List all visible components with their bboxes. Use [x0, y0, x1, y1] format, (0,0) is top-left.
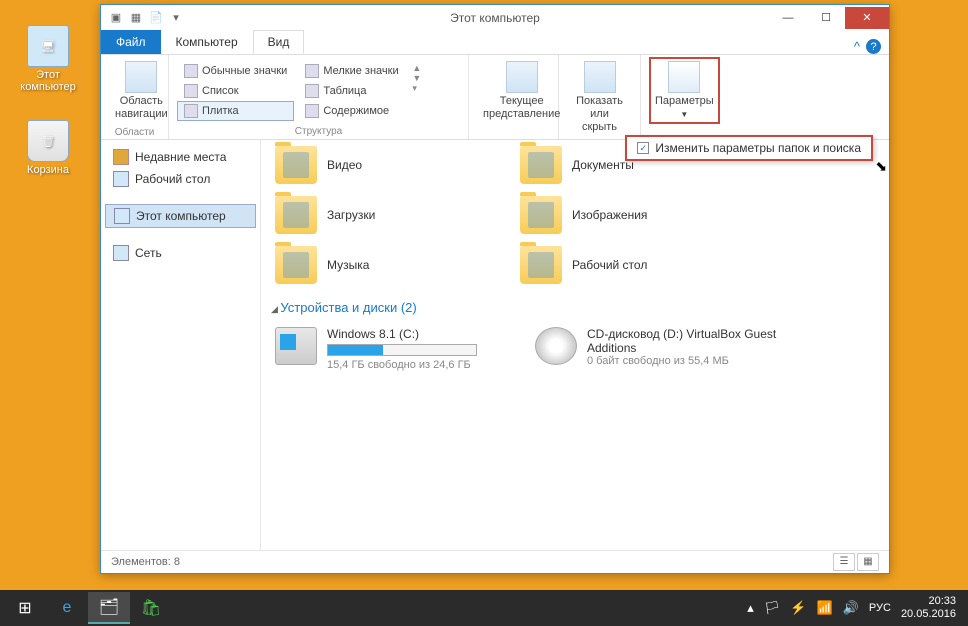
- system-menu-icon[interactable]: ▣: [107, 9, 125, 27]
- drive-c-sub: 15,4 ГБ свободно из 24,6 ГБ: [327, 359, 477, 371]
- taskbar-store[interactable]: 🛍: [130, 592, 172, 624]
- layout-scroll-up-icon[interactable]: ▲: [412, 63, 421, 73]
- nav-pane-label: Область навигации: [115, 95, 168, 121]
- current-view-label: Текущее представление: [483, 95, 560, 121]
- tab-computer[interactable]: Компьютер: [161, 30, 253, 54]
- tray-language[interactable]: РУС: [869, 602, 891, 614]
- help-icon[interactable]: ?: [866, 39, 881, 54]
- sidebar-item-this-pc[interactable]: Этот компьютер: [105, 204, 256, 228]
- show-hide-icon: [584, 61, 616, 93]
- desktop-icon-label: Корзина: [18, 164, 78, 176]
- desktop-icon-computer[interactable]: 🖥 Этот компьютер: [18, 25, 78, 93]
- ribbon: Область навигации Области Обычные значки…: [101, 55, 889, 140]
- system-tray: ▴ 🏳 ⚡ 📶 🔊 РУС 20:33 20.05.2016: [747, 595, 964, 621]
- folder-video[interactable]: Видео: [271, 140, 516, 190]
- nav-pane-icon: [125, 61, 157, 93]
- show-hide-button[interactable]: Показать или скрыть: [567, 57, 632, 139]
- cd-drive-icon: [535, 327, 577, 365]
- layout-expand-icon[interactable]: ▾: [412, 83, 421, 94]
- quick-access-toolbar: ▣ ▦ 📄 ▾: [101, 9, 185, 27]
- tray-network-icon[interactable]: 📶: [817, 600, 833, 616]
- maximize-button[interactable]: ☐: [807, 7, 845, 29]
- layout-tiles[interactable]: Плитка: [177, 101, 294, 121]
- layout-list[interactable]: Список: [177, 81, 294, 101]
- start-button[interactable]: ⊞: [4, 592, 46, 624]
- minimize-button[interactable]: —: [769, 7, 807, 29]
- current-view-button[interactable]: Текущее представление: [477, 57, 566, 125]
- category-devices[interactable]: Устройства и диски (2): [271, 300, 879, 315]
- drive-d[interactable]: CD-дисковод (D:) VirtualBox Guest Additi…: [531, 321, 791, 377]
- checkbox-icon: ✓: [637, 142, 649, 154]
- options-icon: [668, 61, 700, 93]
- tab-view[interactable]: Вид: [253, 30, 305, 54]
- new-folder-icon[interactable]: 📄: [147, 9, 165, 27]
- layout-content[interactable]: Содержимое: [298, 101, 408, 121]
- folder-desktop[interactable]: Рабочий стол: [516, 240, 761, 290]
- drive-d-sub: 0 байт свободно из 55,4 МБ: [587, 355, 787, 367]
- layout-scroll-down-icon[interactable]: ▼: [412, 73, 421, 83]
- tray-action-center-icon[interactable]: 🏳: [764, 600, 781, 616]
- layout-small-icons[interactable]: Мелкие значки: [298, 61, 408, 81]
- ribbon-minimize-icon[interactable]: ^: [854, 39, 860, 54]
- titlebar: ▣ ▦ 📄 ▾ Этот компьютер — ☐ ✕: [101, 5, 889, 30]
- taskbar: ⊞ e 🗂 🛍 ▴ 🏳 ⚡ 📶 🔊 РУС 20:33 20.05.2016: [0, 590, 968, 626]
- file-explorer-window: ▣ ▦ 📄 ▾ Этот компьютер — ☐ ✕ Файл Компью…: [100, 4, 890, 574]
- computer-icon: 🖥: [27, 25, 69, 67]
- group-label-areas: Области: [109, 125, 160, 138]
- tray-up-icon[interactable]: ▴: [747, 600, 754, 616]
- layout-table[interactable]: Таблица: [298, 81, 408, 101]
- taskbar-explorer[interactable]: 🗂: [88, 592, 130, 624]
- close-button[interactable]: ✕: [845, 7, 889, 29]
- options-label: Параметры: [655, 95, 714, 108]
- status-bar: Элементов: 8 ☰ ▦: [101, 550, 889, 572]
- tab-file[interactable]: Файл: [101, 30, 161, 54]
- desktop-icon-label: Этот компьютер: [18, 69, 78, 93]
- navigation-pane-button[interactable]: Область навигации: [109, 57, 174, 125]
- trash-icon: 🗑: [27, 120, 69, 162]
- status-elements: Элементов: 8: [111, 556, 180, 568]
- current-view-icon: [506, 61, 538, 93]
- properties-icon[interactable]: ▦: [127, 9, 145, 27]
- sidebar-item-network[interactable]: Сеть: [105, 242, 256, 264]
- qat-dropdown-icon[interactable]: ▾: [167, 9, 185, 27]
- drive-c-usage-bar: [327, 344, 477, 356]
- desktop-icon-trash[interactable]: 🗑 Корзина: [18, 120, 78, 176]
- view-details-button[interactable]: ☰: [833, 553, 855, 571]
- options-dropdown-label: Изменить параметры папок и поиска: [655, 141, 861, 155]
- options-dropdown-item[interactable]: ✓ Изменить параметры папок и поиска ⬊: [625, 135, 873, 161]
- group-label-structure: Структура: [177, 124, 460, 137]
- show-hide-label: Показать или скрыть: [573, 95, 626, 135]
- taskbar-ie[interactable]: e: [46, 592, 88, 624]
- tray-clock[interactable]: 20:33 20.05.2016: [901, 595, 956, 621]
- drive-c[interactable]: Windows 8.1 (C:) 15,4 ГБ свободно из 24,…: [271, 321, 531, 377]
- options-button[interactable]: Параметры ▼: [649, 57, 720, 124]
- content-pane: Видео Документы Загрузки Изображения Муз…: [261, 140, 889, 550]
- chevron-down-icon: ▼: [680, 110, 688, 120]
- navigation-sidebar: Недавние места Рабочий стол Этот компьют…: [101, 140, 261, 550]
- folder-pictures[interactable]: Изображения: [516, 190, 761, 240]
- hard-drive-icon: [275, 327, 317, 365]
- drive-d-name: CD-дисковод (D:) VirtualBox Guest Additi…: [587, 327, 787, 355]
- folder-downloads[interactable]: Загрузки: [271, 190, 516, 240]
- view-tiles-button[interactable]: ▦: [857, 553, 879, 571]
- tray-power-icon[interactable]: ⚡: [790, 600, 806, 616]
- tray-volume-icon[interactable]: 🔊: [843, 600, 859, 616]
- sidebar-item-desktop[interactable]: Рабочий стол: [105, 168, 256, 190]
- sidebar-item-recent[interactable]: Недавние места: [105, 146, 256, 168]
- drive-c-name: Windows 8.1 (C:): [327, 327, 477, 341]
- ribbon-tabs: Файл Компьютер Вид ^ ?: [101, 30, 889, 55]
- layout-normal-icons[interactable]: Обычные значки: [177, 61, 294, 81]
- folder-music[interactable]: Музыка: [271, 240, 516, 290]
